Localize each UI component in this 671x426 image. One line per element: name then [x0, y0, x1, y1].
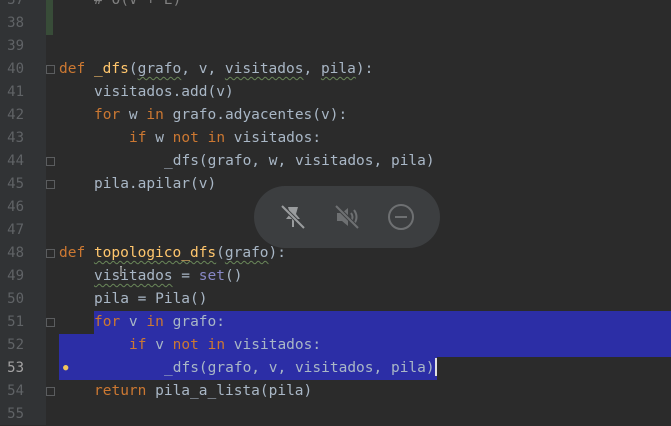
code-comment: # O(V + E) — [94, 0, 182, 8]
code-token: w — [120, 107, 147, 123]
keyword: not in — [172, 337, 226, 353]
line-number: 37 — [7, 0, 24, 8]
line-number: 55 — [7, 406, 24, 422]
keyword: def — [59, 61, 86, 77]
mute-icon[interactable] — [330, 200, 364, 234]
keyword: for — [94, 107, 121, 123]
fold-end-icon[interactable] — [46, 180, 55, 189]
code-line-51: for v in grafo: — [59, 311, 671, 334]
line-number: 38 — [7, 15, 24, 31]
line-number: 47 — [7, 222, 24, 238]
code-line-44: _dfs(grafo, w, visitados, pila) — [164, 153, 435, 169]
function-name: topologico_dfs — [93, 245, 217, 261]
line-number: 42 — [7, 107, 24, 123]
line-number: 45 — [7, 176, 24, 192]
code-token: grafo.adyacentes(v): — [163, 107, 348, 123]
code-token: visitados: — [225, 337, 322, 353]
mouse-cursor-icon — [120, 266, 122, 276]
line-number-current: 53 — [7, 360, 24, 376]
code-line-37: # O(V + E) — [59, 0, 671, 12]
param-grafo: grafo — [137, 61, 182, 77]
code-line-43: if w not in visitados: — [59, 127, 671, 150]
line-number: 51 — [7, 314, 24, 330]
fold-toggle-icon[interactable] — [46, 65, 55, 74]
line-number: 41 — [7, 84, 24, 100]
keyword: if — [129, 130, 147, 146]
code-token: ): — [355, 61, 374, 77]
code-token: ( — [128, 61, 138, 77]
keyword: in — [146, 107, 164, 123]
code-line-41: visitados.add(v) — [94, 84, 234, 100]
floating-media-controls — [254, 186, 440, 248]
line-number: 43 — [7, 130, 24, 146]
param-grafo: grafo — [224, 245, 269, 261]
code-token: , — [303, 61, 321, 77]
code-token: = — [172, 268, 199, 284]
variable: visitados — [94, 268, 173, 284]
code-token: , v, — [181, 61, 225, 77]
keyword: if — [129, 337, 147, 353]
keyword: in — [146, 314, 164, 330]
unpin-icon[interactable] — [276, 200, 310, 234]
fold-end-icon[interactable] — [46, 387, 55, 396]
code-line-54: return pila_a_lista(pila) — [59, 380, 671, 403]
code-token: _dfs(grafo, v, visitados, pila) — [164, 360, 435, 376]
code-line-50: pila = Pila() — [94, 291, 208, 307]
code-token: v — [120, 314, 147, 330]
line-number-gutter[interactable]: 37 38 39 40 41 42 43 44 45 46 47 48 49 5… — [0, 0, 46, 425]
line-number: 44 — [7, 153, 24, 169]
fold-toggle-icon[interactable] — [46, 318, 55, 327]
line-number: 52 — [7, 337, 24, 353]
code-line-40: def _dfs(grafo, v, visitados, pila): — [59, 58, 671, 81]
code-token: w — [146, 130, 173, 146]
intention-bulb-icon[interactable]: ● — [63, 357, 68, 380]
text-caret — [434, 358, 437, 376]
builtin: set — [198, 268, 225, 284]
code-token: grafo: — [163, 314, 225, 330]
fold-toggle-icon[interactable] — [46, 249, 55, 258]
code-token: () — [224, 268, 243, 284]
param-visitados: visitados — [224, 61, 304, 77]
code-line-53: _dfs(grafo, v, visitados, pila) — [59, 357, 671, 380]
keyword: def — [59, 245, 86, 261]
minimize-icon[interactable] — [384, 200, 418, 234]
code-line-49: visitados = set() — [59, 265, 671, 288]
line-number: 49 — [7, 268, 24, 284]
line-number: 46 — [7, 199, 24, 215]
code-token: v — [146, 337, 173, 353]
code-line-52: if v not in visitados: — [59, 334, 671, 357]
line-number: 40 — [7, 61, 24, 77]
keyword: for — [94, 314, 121, 330]
code-line-42: for w in grafo.adyacentes(v): — [59, 104, 671, 127]
code-token: ( — [216, 245, 225, 261]
keyword: not in — [172, 130, 226, 146]
keyword: return — [94, 383, 147, 399]
param-pila: pila — [320, 61, 356, 77]
line-number: 48 — [7, 245, 24, 261]
line-number: 50 — [7, 291, 24, 307]
line-number: 54 — [7, 383, 24, 399]
vcs-change-marker[interactable] — [46, 0, 53, 35]
function-name: _dfs — [93, 61, 129, 77]
code-token: visitados: — [225, 130, 322, 146]
line-number: 39 — [7, 38, 24, 54]
fold-end-icon[interactable] — [46, 157, 55, 166]
code-token: pila_a_lista(pila) — [146, 383, 313, 399]
